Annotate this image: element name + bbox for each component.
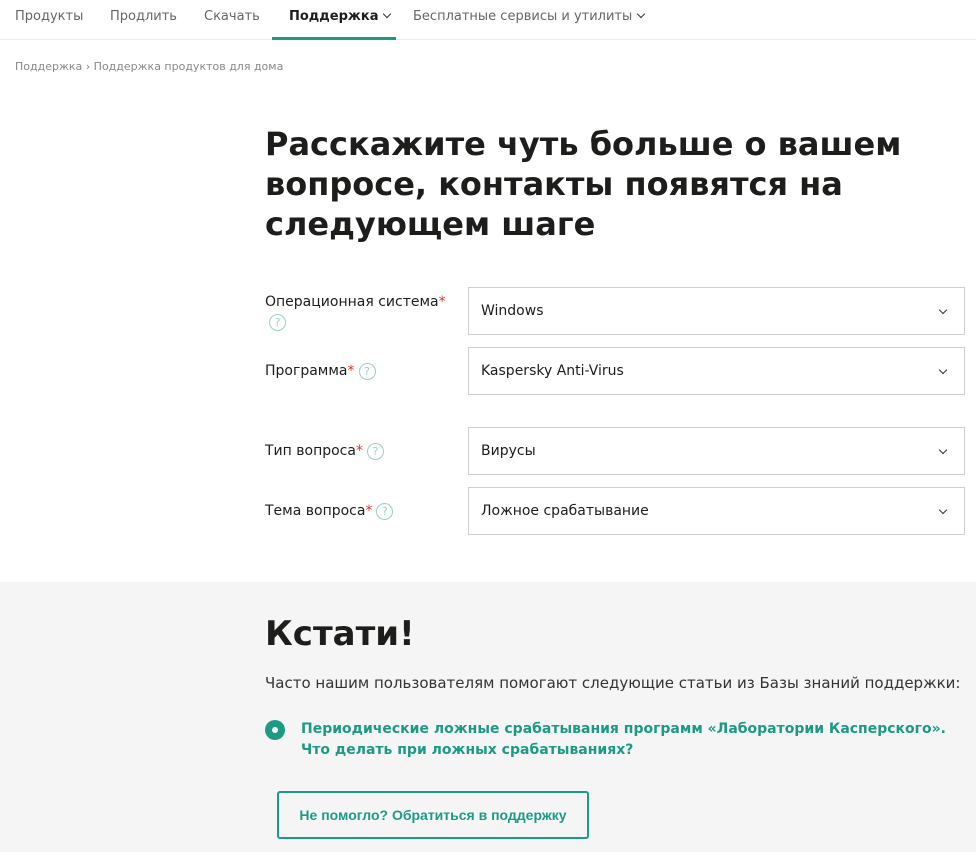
question-type-select[interactable]: Вирусы [468, 427, 965, 475]
required-mark: * [365, 503, 373, 519]
question-topic-label-text: Тема вопроса [265, 503, 366, 519]
breadcrumb-support[interactable]: Поддержка [15, 60, 82, 73]
help-icon[interactable]: ? [358, 362, 376, 380]
chevron-down-icon [383, 9, 392, 19]
question-type-label: Тип вопроса*? [265, 441, 455, 461]
program-select[interactable]: Kaspersky Anti-Virus [468, 347, 965, 395]
help-icon[interactable]: ? [269, 313, 286, 331]
page-title: Расскажите чуть больше о вашем вопросе, … [265, 125, 902, 243]
nav-support[interactable]: Поддержка [272, 0, 396, 40]
required-mark: * [347, 363, 355, 379]
chevron-down-icon [938, 305, 948, 315]
chevron-down-icon [637, 9, 646, 19]
breadcrumb-home-support[interactable]: Поддержка продуктов для дома [94, 60, 284, 73]
nav-download[interactable]: Скачать [204, 0, 260, 40]
required-mark: * [355, 443, 363, 459]
chevron-down-icon [938, 445, 948, 455]
chevron-down-icon [938, 505, 948, 515]
os-label-text: Операционная система [265, 294, 439, 310]
breadcrumb-separator-icon: › [85, 60, 94, 73]
question-topic-select[interactable]: Ложное срабатывание [468, 487, 965, 535]
nav-free-services[interactable]: Бесплатные сервисы и утилиты [413, 0, 646, 40]
bullet-icon [265, 720, 285, 740]
question-topic-label: Тема вопроса*? [265, 501, 455, 521]
program-value: Kaspersky Anti-Virus [481, 363, 624, 379]
required-mark: * [438, 294, 446, 310]
nav-free-label: Бесплатные сервисы и утилиты [413, 9, 633, 24]
os-label: Операционная система*? [265, 292, 455, 332]
tips-subtitle: Часто нашим пользователям помогают следу… [265, 674, 961, 692]
question-type-value: Вирусы [481, 443, 536, 459]
question-type-label-text: Тип вопроса [265, 443, 356, 459]
nav-renew[interactable]: Продлить [110, 0, 177, 40]
help-icon[interactable]: ? [376, 502, 394, 520]
chevron-down-icon [938, 365, 948, 375]
top-nav: Продукты Продлить Скачать Поддержка Бесп… [0, 0, 976, 40]
nav-support-label: Поддержка [289, 9, 379, 24]
tips-title: Кстати! [265, 614, 415, 654]
kb-article-link[interactable]: Периодические ложные срабатывания програ… [301, 719, 951, 761]
help-icon[interactable]: ? [366, 442, 384, 460]
program-label: Программа*? [265, 361, 455, 381]
breadcrumb: Поддержка › Поддержка продуктов для дома [15, 60, 283, 73]
program-label-text: Программа [265, 363, 348, 379]
os-select[interactable]: Windows [468, 287, 965, 335]
question-topic-value: Ложное срабатывание [481, 503, 649, 519]
os-value: Windows [481, 303, 544, 319]
contact-support-button[interactable]: Не помогло? Обратиться в поддержку [277, 791, 589, 839]
nav-products[interactable]: Продукты [15, 0, 83, 40]
